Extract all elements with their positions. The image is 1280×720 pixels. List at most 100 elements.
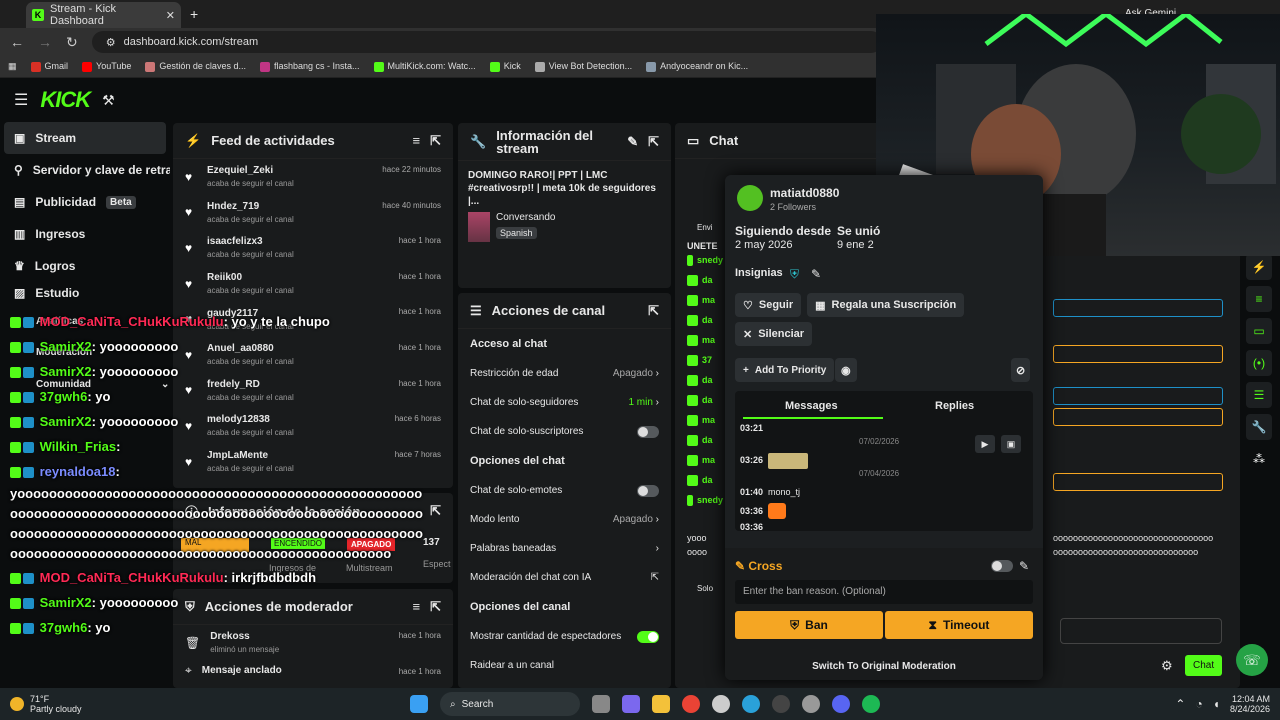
bookmark-viewbot[interactable]: View Bot Detection... — [534, 61, 632, 72]
bookmark-flashbang[interactable]: flashbang cs - Insta... — [259, 61, 360, 72]
feed-username[interactable]: isaacfelizx3 — [207, 236, 294, 247]
chat-send-button[interactable]: Chat — [1185, 655, 1223, 676]
site-info-icon[interactable]: ⚙ — [106, 36, 116, 49]
settings-icon[interactable] — [802, 695, 820, 713]
feed-username[interactable]: Hndez_719 — [207, 201, 294, 212]
filter-icon[interactable]: ≡ — [413, 133, 421, 148]
new-tab-icon[interactable]: + — [190, 6, 198, 22]
discord-icon[interactable] — [832, 695, 850, 713]
apps-icon[interactable]: ⁂ — [1246, 446, 1272, 472]
browser-tab[interactable]: K Stream - Kick Dashboard ✕ — [26, 2, 181, 28]
chat-icon[interactable]: ▭ — [1246, 318, 1272, 344]
timeout-button[interactable]: ⧗ Timeout — [885, 611, 1033, 639]
user-avatar[interactable] — [737, 185, 763, 211]
popout-icon[interactable]: ⇱ — [648, 134, 659, 150]
app-icon[interactable] — [712, 695, 730, 713]
slow-mode-row[interactable]: Modo lento Apagado › — [458, 505, 671, 534]
mute-button[interactable]: ✕ Silenciar — [735, 322, 813, 346]
filter-icon[interactable]: ≡ — [413, 599, 421, 614]
sidebar-item-studio[interactable]: ▨ Estudio — [0, 282, 170, 304]
back-icon[interactable]: ← — [10, 34, 24, 50]
switch-moderation-link[interactable]: Switch To Original Moderation — [725, 661, 1043, 672]
sidebar-item-server[interactable]: ⚲Servidor y clave de retransmisión — [0, 154, 170, 186]
mute-icon: ✕ — [743, 328, 753, 341]
bookmark-multikick[interactable]: MultiKick.com: Watc... — [373, 61, 476, 72]
bookmark-gmail[interactable]: Gmail — [30, 61, 68, 72]
sidebar-item-stream[interactable]: ▣ Stream — [4, 122, 166, 154]
chat-overlay: MOD_CaNiTa_CHukKuRukulu: yo y te la chup… — [10, 314, 390, 489]
support-button[interactable]: ☏ — [1236, 644, 1268, 676]
kick-badge-icon — [10, 342, 21, 354]
hammer-icon[interactable]: ⚒ — [102, 92, 115, 109]
view-icon[interactable]: ◉ — [835, 358, 857, 382]
ban-button[interactable]: ⛨ Ban — [735, 611, 883, 639]
obs-icon[interactable] — [772, 695, 790, 713]
block-icon[interactable]: ⊘ — [1011, 358, 1031, 382]
clock[interactable]: 12:04 AM 8/24/2026 — [1230, 694, 1270, 714]
url-field[interactable]: ⚙ dashboard.kick.com/stream — [91, 31, 882, 53]
list-icon[interactable]: ≡ — [1246, 286, 1272, 312]
file-explorer-icon[interactable] — [652, 695, 670, 713]
broadcast-icon[interactable]: (•) — [1246, 350, 1272, 376]
task-view-icon[interactable] — [592, 695, 610, 713]
windows-start-icon[interactable] — [410, 695, 428, 713]
show-viewers-row[interactable]: Mostrar cantidad de espectadores — [458, 622, 671, 651]
tray-chevron-icon[interactable]: ⌃ — [1175, 697, 1185, 711]
weather-widget[interactable]: 71°F Partly cloudy — [0, 694, 110, 714]
emotes-only-toggle[interactable] — [637, 484, 659, 497]
popout-icon[interactable]: ⇱ — [430, 599, 441, 615]
bookmark-claves[interactable]: Gestión de claves d... — [145, 61, 246, 72]
bookmark-andy[interactable]: Andyoceandr on Kic... — [646, 61, 748, 72]
popout-icon[interactable]: ⇱ — [648, 303, 659, 319]
age-restriction-row[interactable]: Restricción de edad Apagado › — [458, 359, 671, 388]
tab-messages[interactable]: Messages — [785, 400, 838, 412]
wrench-icon[interactable]: 🔧 — [1246, 414, 1272, 440]
ban-reason-input[interactable]: Enter the ban reason. (Optional) — [735, 580, 1033, 604]
menu-icon[interactable]: ☰ — [14, 90, 28, 110]
chrome-icon[interactable] — [682, 695, 700, 713]
spotify-icon[interactable] — [862, 695, 880, 713]
tab-replies[interactable]: Replies — [935, 400, 974, 412]
wifi-icon[interactable]: ◔ — [1195, 697, 1202, 711]
feed-username[interactable]: Ezequiel_Zeki — [207, 165, 294, 176]
bolt-icon[interactable]: ⚡ — [1246, 254, 1272, 280]
close-tab-icon[interactable]: ✕ — [166, 9, 175, 22]
kick-logo[interactable]: KICK — [40, 87, 91, 113]
add-priority-button[interactable]: + Add To Priority — [735, 358, 835, 382]
followers-only-row[interactable]: Chat de solo-seguidores 1 min › — [458, 388, 671, 417]
chat-settings-icon[interactable]: ⚙ — [1161, 658, 1173, 674]
show-viewers-toggle[interactable] — [637, 630, 659, 643]
subs-only-row[interactable]: Chat de solo-suscriptores — [458, 417, 671, 446]
popout-icon[interactable]: ⇱ — [430, 133, 441, 149]
cross-toggle[interactable] — [991, 560, 1013, 572]
follow-button[interactable]: ♡ Seguir — [735, 293, 802, 317]
bookmark-youtube[interactable]: YouTube — [82, 61, 131, 72]
banned-words-row[interactable]: Palabras baneadas › — [458, 534, 671, 563]
chat-input[interactable] — [1060, 618, 1222, 644]
volume-icon[interactable]: ◖ — [1213, 697, 1220, 711]
edge-icon[interactable] — [742, 695, 760, 713]
sidebar-item-ads[interactable]: ▤ Publicidad Beta — [0, 186, 170, 218]
bookmark-kick[interactable]: Kick — [489, 61, 521, 72]
subs-only-toggle[interactable] — [637, 425, 659, 438]
play-icon[interactable]: ▶ — [975, 435, 995, 453]
copy-icon[interactable]: ▣ — [1001, 435, 1021, 453]
sliders-icon[interactable]: ☰ — [1246, 382, 1272, 408]
raid-row[interactable]: Raidear a un canal — [458, 651, 671, 680]
sidebar-item-income[interactable]: ▥ Ingresos — [0, 218, 170, 250]
gift-sub-button[interactable]: ▦ Regala una Suscripción — [807, 293, 965, 317]
feed-username[interactable]: Reiik00 — [207, 272, 294, 283]
forward-icon[interactable]: → — [38, 34, 52, 50]
edit-icon[interactable]: ✎ — [627, 134, 638, 150]
emotes-only-row[interactable]: Chat de solo-emotes — [458, 476, 671, 505]
reload-icon[interactable]: ↻ — [66, 34, 78, 51]
user-name[interactable]: matiatd0880 — [770, 186, 839, 200]
edit-badges-icon[interactable]: ✎ — [811, 267, 821, 281]
ai-moderation-row[interactable]: Moderación del chat con IA ⇱ — [458, 563, 671, 592]
taskbar-search[interactable]: ⌕ Search — [440, 692, 580, 716]
apps-icon[interactable]: ▦ — [8, 61, 17, 72]
edit-icon[interactable]: ✎ — [1019, 559, 1029, 573]
popout-icon[interactable]: ⇱ — [430, 503, 441, 519]
copilot-icon[interactable] — [622, 695, 640, 713]
sidebar-item-achievements[interactable]: ♛ Logros — [0, 250, 170, 282]
